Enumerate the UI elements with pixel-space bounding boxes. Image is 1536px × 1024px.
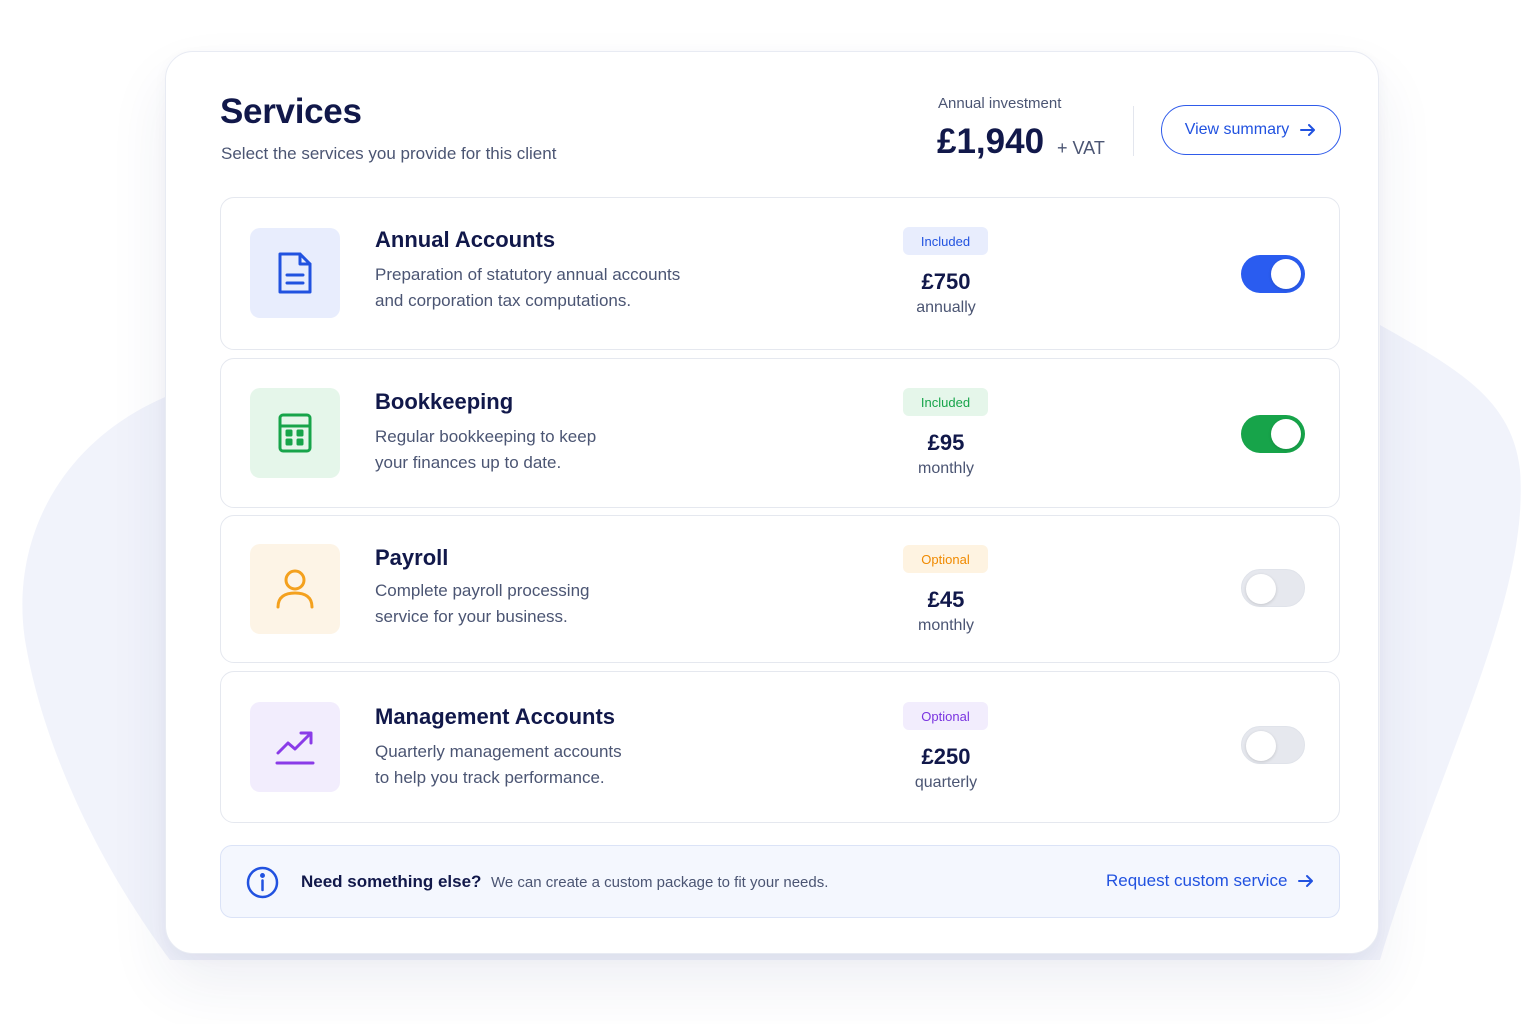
service-icon-tile bbox=[250, 702, 340, 792]
service-description-line: Quarterly management accounts bbox=[375, 742, 622, 761]
service-icon-tile bbox=[250, 544, 340, 634]
service-toggle[interactable] bbox=[1241, 726, 1305, 764]
trend-up-icon bbox=[275, 731, 315, 765]
service-price: £45 bbox=[927, 587, 965, 612]
service-description: Preparation of statutory annual accounts… bbox=[375, 262, 680, 314]
service-description-line: Preparation of statutory annual accounts bbox=[375, 265, 681, 284]
service-description-line: Complete payroll processing bbox=[375, 581, 590, 600]
custom-service-banner: Need something else? We can create a cus… bbox=[220, 845, 1340, 918]
service-description: Regular bookkeeping to keep your finance… bbox=[375, 424, 596, 476]
service-row-payroll: Payroll Complete payroll processing serv… bbox=[220, 515, 1340, 663]
service-price: £95 bbox=[927, 430, 965, 455]
info-icon bbox=[246, 866, 279, 899]
toggle-knob bbox=[1246, 731, 1276, 761]
view-summary-label: View summary bbox=[1184, 121, 1290, 138]
page-title: Services bbox=[220, 92, 362, 131]
document-icon bbox=[278, 252, 312, 294]
service-icon-tile bbox=[250, 388, 340, 478]
annual-investment-label: Annual investment bbox=[938, 95, 1062, 112]
service-name: Payroll bbox=[375, 545, 449, 570]
user-icon bbox=[276, 569, 314, 609]
service-description-line: to help you track performance. bbox=[375, 768, 605, 787]
service-name: Bookkeeping bbox=[375, 389, 514, 414]
service-name: Management Accounts bbox=[375, 704, 616, 729]
arrow-right-icon bbox=[1300, 124, 1316, 136]
banner-text: We can create a custom package to fit yo… bbox=[491, 874, 829, 891]
service-description-line: Regular bookkeeping to keep bbox=[375, 427, 597, 446]
service-period: monthly bbox=[917, 617, 975, 634]
service-description-line: service for your business. bbox=[375, 607, 568, 626]
service-description: Complete payroll processing service for … bbox=[375, 578, 590, 630]
service-name: Annual Accounts bbox=[375, 227, 556, 252]
service-icon-tile bbox=[250, 228, 340, 318]
service-period: monthly bbox=[917, 460, 975, 477]
toggle-knob bbox=[1246, 574, 1276, 604]
service-description-line: and corporation tax computations. bbox=[375, 291, 632, 310]
status-badge: Optional bbox=[903, 702, 988, 730]
services-card: Services Select the services you provide… bbox=[165, 51, 1379, 954]
status-badge: Included bbox=[903, 227, 988, 255]
service-period: quarterly bbox=[914, 774, 978, 791]
toggle-knob bbox=[1271, 419, 1301, 449]
arrow-right-icon bbox=[1298, 875, 1314, 887]
toggle-knob bbox=[1271, 259, 1301, 289]
service-row-management-accounts: Management Accounts Quarterly management… bbox=[220, 671, 1340, 823]
service-price: £750 bbox=[921, 269, 971, 294]
service-description: Quarterly management accounts to help yo… bbox=[375, 739, 622, 791]
service-row-annual-accounts: Annual Accounts Preparation of statutory… bbox=[220, 197, 1340, 350]
service-toggle[interactable] bbox=[1241, 569, 1305, 607]
service-row-bookkeeping: Bookkeeping Regular bookkeeping to keep … bbox=[220, 358, 1340, 508]
service-toggle[interactable] bbox=[1241, 255, 1305, 293]
service-toggle[interactable] bbox=[1241, 415, 1305, 453]
request-custom-service-label: Request custom service bbox=[1106, 871, 1288, 890]
service-period: annually bbox=[916, 299, 976, 316]
service-price: £250 bbox=[921, 744, 971, 769]
service-description-line: your finances up to date. bbox=[375, 453, 562, 472]
annual-investment-amount: £1,940 bbox=[937, 122, 1045, 161]
view-summary-button[interactable]: View summary bbox=[1161, 105, 1341, 155]
calculator-icon bbox=[278, 413, 312, 453]
header-divider bbox=[1133, 106, 1134, 156]
status-badge: Optional bbox=[903, 545, 988, 573]
status-badge: Included bbox=[903, 388, 988, 416]
page-subtitle: Select the services you provide for this… bbox=[221, 144, 557, 163]
banner-title: Need something else? bbox=[301, 872, 482, 891]
request-custom-service-link[interactable]: Request custom service bbox=[1106, 871, 1315, 891]
vat-label: + VAT bbox=[1057, 138, 1105, 158]
